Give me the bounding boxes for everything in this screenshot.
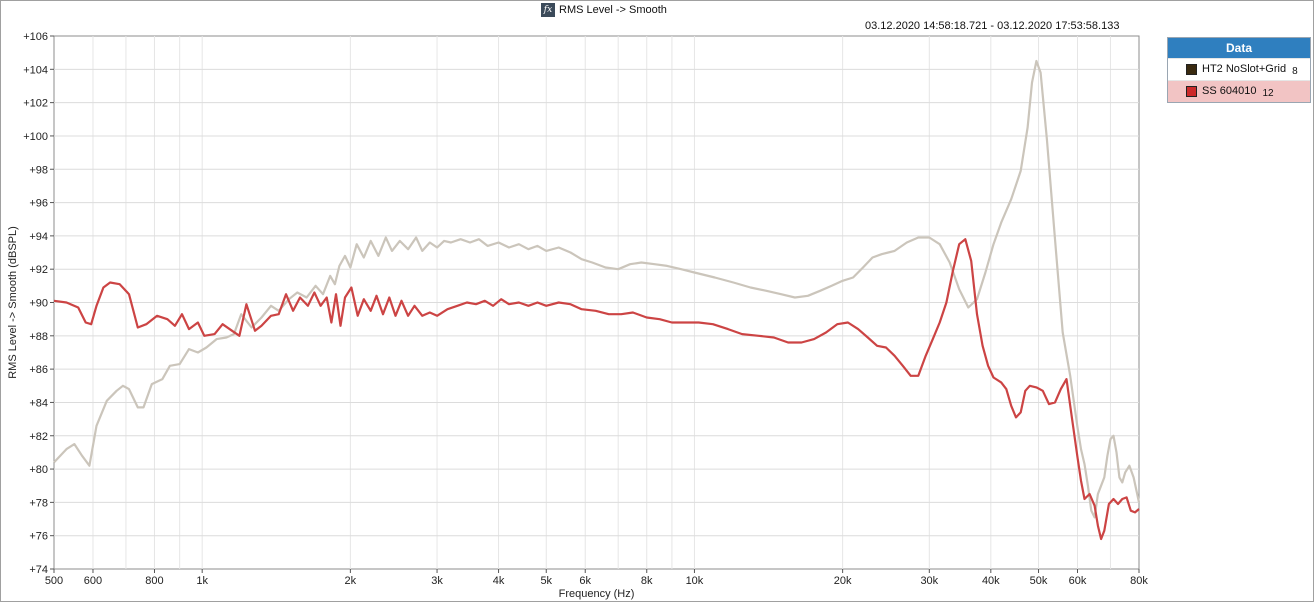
legend-label: HT2 NoSlot+Grid	[1202, 63, 1287, 75]
x-tick-label: 6k	[579, 575, 591, 587]
legend-panel: Data HT2 NoSlot+Grid 8 SS 604010 12	[1167, 37, 1311, 103]
y-tick-label: +78	[29, 497, 48, 509]
y-axis-title: RMS Level -> Smooth (dBSPL)	[7, 226, 19, 379]
y-tick-label: +94	[29, 231, 48, 243]
x-tick-label: 1k	[196, 575, 208, 587]
x-tick-label: 4k	[493, 575, 505, 587]
y-tick-label: +88	[29, 331, 48, 343]
legend-swatch-ht2[interactable]	[1186, 64, 1197, 75]
y-tick-label: +98	[29, 164, 48, 176]
y-tick-label: +84	[29, 397, 48, 409]
y-axis-ticks: +106 +104 +102 +100 +98 +96 +94 +92 +90 +88 +86 +84…	[23, 31, 54, 576]
x-tick-label: 2k	[345, 575, 357, 587]
x-tick-label: 800	[145, 575, 163, 587]
x-tick-label: 10k	[686, 575, 704, 587]
x-tick-label: 3k	[431, 575, 443, 587]
y-tick-label: +82	[29, 431, 48, 443]
y-tick-label: +106	[23, 31, 48, 43]
y-tick-label: +76	[29, 531, 48, 543]
y-tick-label: +96	[29, 198, 48, 210]
x-tick-label: 80k	[1130, 575, 1148, 587]
y-tick-label: +104	[23, 64, 48, 76]
x-tick-label: 5k	[540, 575, 552, 587]
y-tick-label: +100	[23, 131, 48, 143]
chart-plot[interactable]: +106 +104 +102 +100 +98 +96 +94 +92 +90 +88 +86 +84…	[1, 1, 1313, 601]
legend-label: SS 604010	[1202, 85, 1257, 97]
legend-swatch-ss604010[interactable]	[1186, 86, 1197, 97]
x-tick-label: 30k	[920, 575, 938, 587]
x-tick-label: 20k	[834, 575, 852, 587]
x-tick-label: 500	[45, 575, 63, 587]
legend-header: Data	[1168, 38, 1310, 58]
x-tick-label: 50k	[1030, 575, 1048, 587]
y-tick-label: +90	[29, 298, 48, 310]
legend-item-ht2[interactable]: HT2 NoSlot+Grid 8	[1168, 58, 1310, 80]
x-tick-label: 8k	[641, 575, 653, 587]
legend-number: 8	[1292, 66, 1298, 77]
x-tick-label: 600	[84, 575, 102, 587]
y-tick-label: +102	[23, 98, 48, 110]
y-tick-label: +80	[29, 464, 48, 476]
y-tick-label: +92	[29, 264, 48, 276]
x-tick-label: 60k	[1069, 575, 1087, 587]
x-axis-ticks: 500 600 800 1k 2k 3k 4k 5k 6k 8k 10k 20k 30k 40k 50k 60…	[45, 569, 1148, 587]
legend-item-ss604010[interactable]: SS 604010 12	[1168, 80, 1310, 102]
legend-number: 12	[1262, 88, 1274, 99]
chart-window: fx RMS Level -> Smooth 03.12.2020 14:58:…	[0, 0, 1314, 602]
x-tick-label: 40k	[982, 575, 1000, 587]
x-axis-title: Frequency (Hz)	[559, 588, 635, 600]
y-tick-label: +86	[29, 364, 48, 376]
